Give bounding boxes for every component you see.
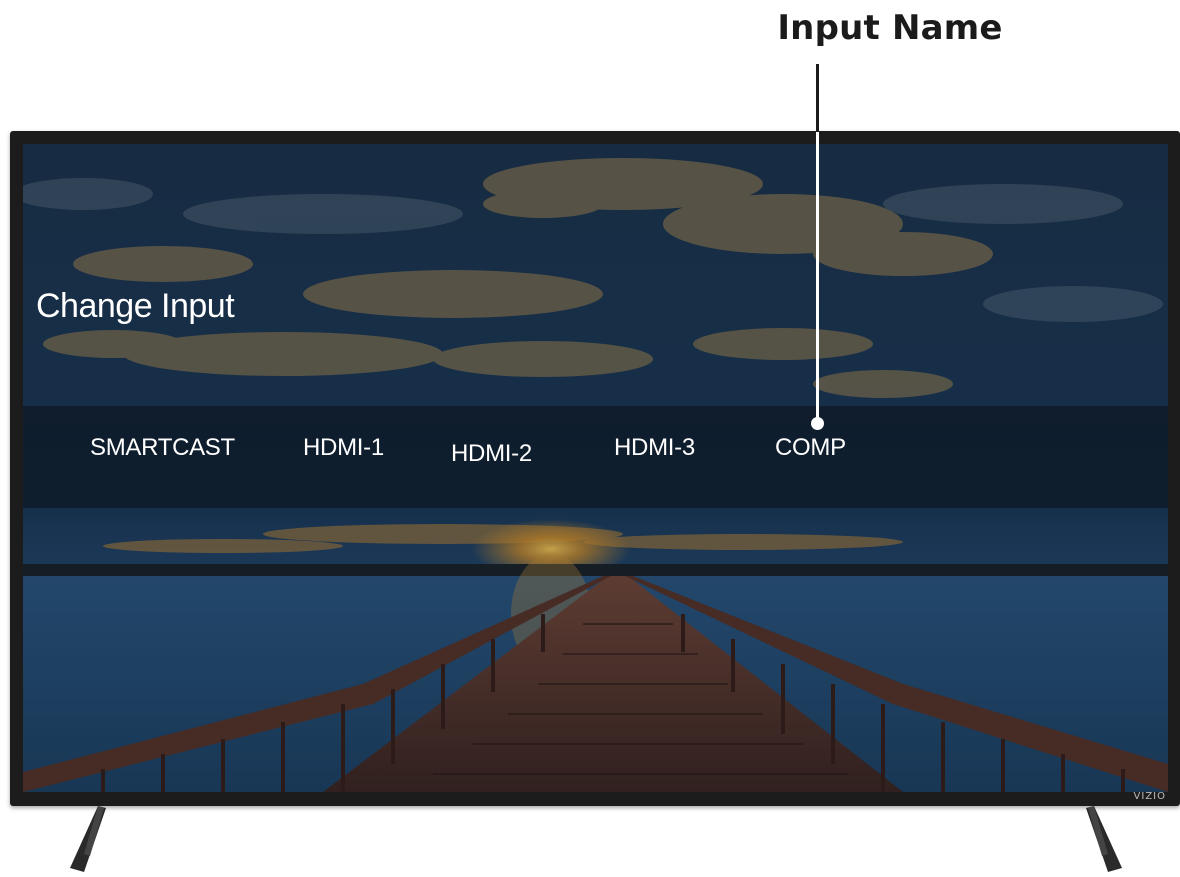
input-option-hdmi-2[interactable]: HDMI-2 [451,440,532,468]
tv-brand-logo: VIZIO [1133,791,1166,802]
input-option-hdmi-3[interactable]: HDMI-3 [614,434,695,462]
tv-screen: Change Input SMARTCAST HDMI-1 HDMI-2 HDM… [23,144,1168,792]
tv-stand-right [1086,806,1122,872]
callout-line-top [816,64,819,132]
callout-dot [811,417,824,430]
tv-stand-left [70,806,106,872]
input-option-comp[interactable]: COMP [775,434,846,462]
page: Input Name Change Input SMARTCAST HDMI-1… [0,0,1180,877]
input-option-smartcast[interactable]: SMARTCAST [90,434,235,462]
change-input-heading: Change Input [36,287,235,325]
callout-label: Input Name [777,8,1003,48]
input-option-hdmi-1[interactable]: HDMI-1 [303,434,384,462]
